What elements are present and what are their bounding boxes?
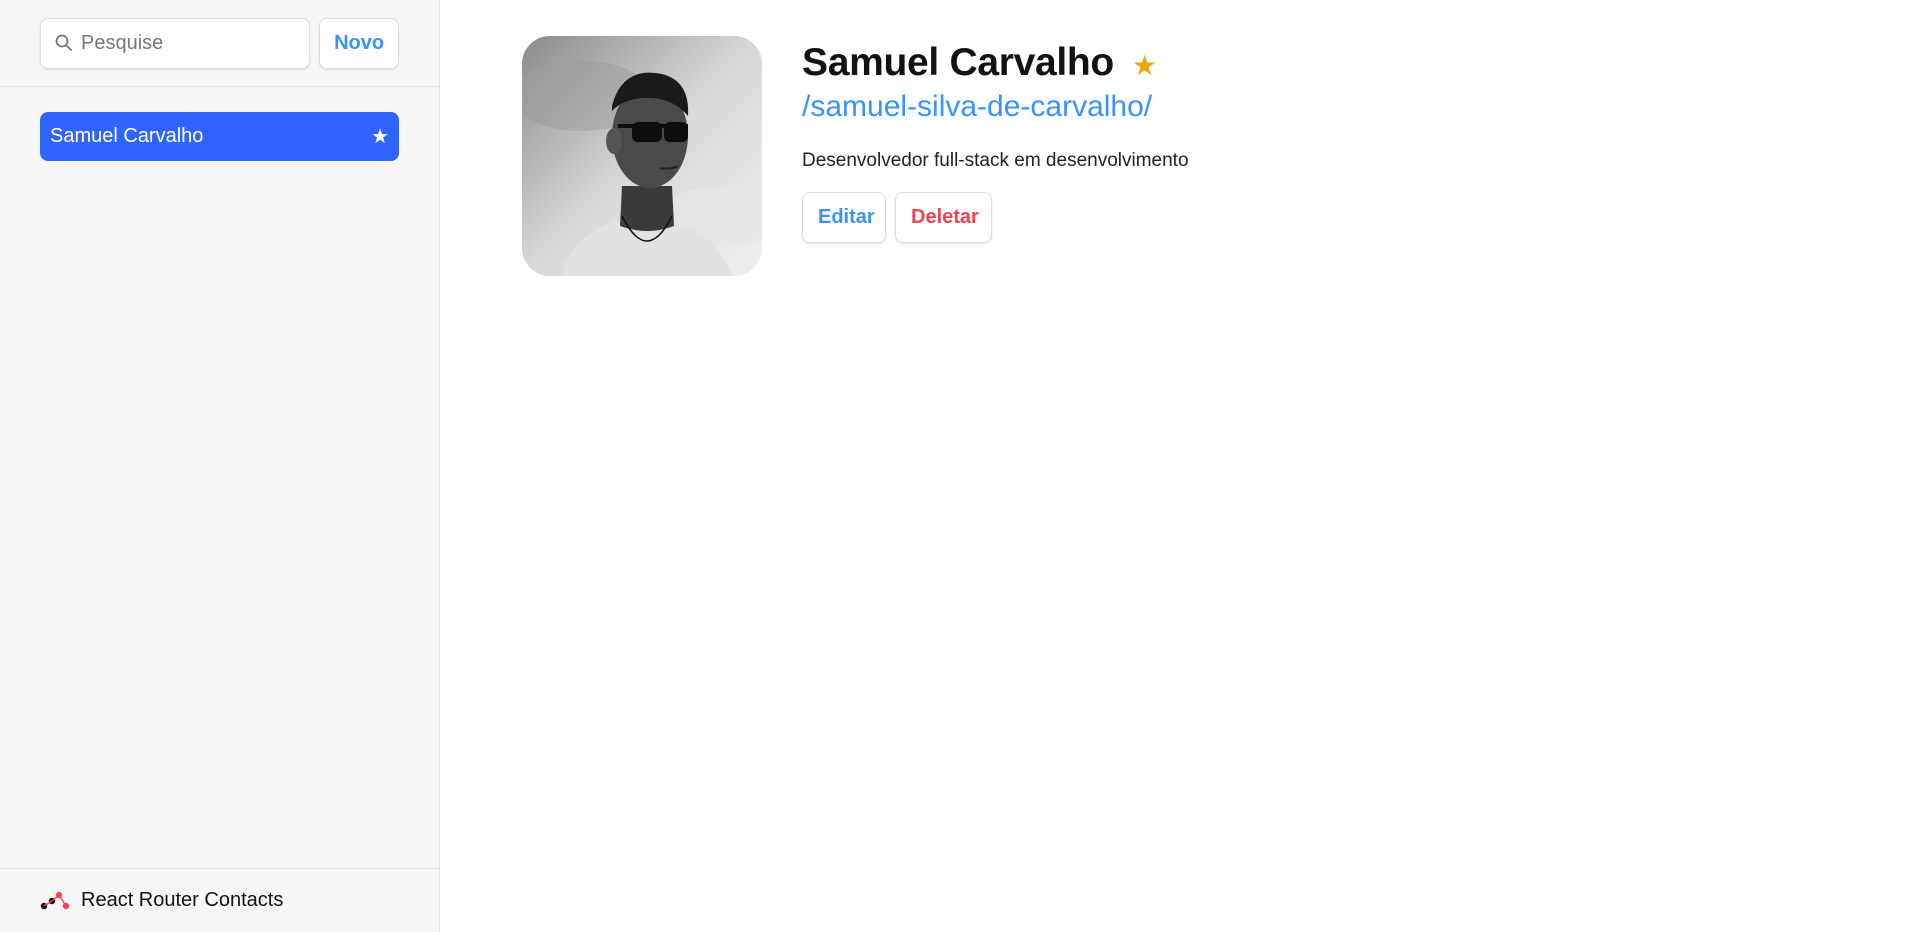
contact-name: Samuel Carvalho <box>802 41 1114 84</box>
contact-item-name: Samuel Carvalho <box>50 125 204 147</box>
contact-info: Samuel Carvalho ★ /samuel-silva-de-carva… <box>802 36 1189 932</box>
sidebar: Novo Samuel Carvalho ★ React Router Cont… <box>0 0 440 932</box>
search-form <box>40 17 311 69</box>
search-input[interactable] <box>40 17 311 69</box>
app-root: Novo Samuel Carvalho ★ React Router Cont… <box>0 0 1916 932</box>
contact-list: Samuel Carvalho ★ <box>0 87 439 868</box>
avatar <box>522 36 762 276</box>
search-icon <box>55 34 72 51</box>
app-title: React Router Contacts <box>81 889 284 911</box>
delete-button[interactable]: Deletar <box>895 192 992 243</box>
name-row: Samuel Carvalho ★ <box>802 40 1189 86</box>
edit-button[interactable]: Editar <box>802 192 886 243</box>
favorite-star-icon[interactable]: ★ <box>1132 49 1157 82</box>
favorite-star-icon: ★ <box>371 126 389 148</box>
new-contact-button[interactable]: Novo <box>319 17 399 69</box>
sidebar-header: Novo <box>0 0 439 87</box>
react-router-logo-icon <box>40 891 70 909</box>
avatar-photo <box>522 36 762 276</box>
twitter-link[interactable]: /samuel-silva-de-carvalho/ <box>802 90 1189 124</box>
sidebar-footer: React Router Contacts <box>0 868 439 932</box>
contact-actions: Editar Deletar <box>802 192 1189 243</box>
contact-detail: Samuel Carvalho ★ /samuel-silva-de-carva… <box>440 0 1916 932</box>
contact-notes: Desenvolvedor full-stack em desenvolvime… <box>802 150 1189 171</box>
contact-item-samuel-carvalho[interactable]: Samuel Carvalho ★ <box>40 112 399 161</box>
